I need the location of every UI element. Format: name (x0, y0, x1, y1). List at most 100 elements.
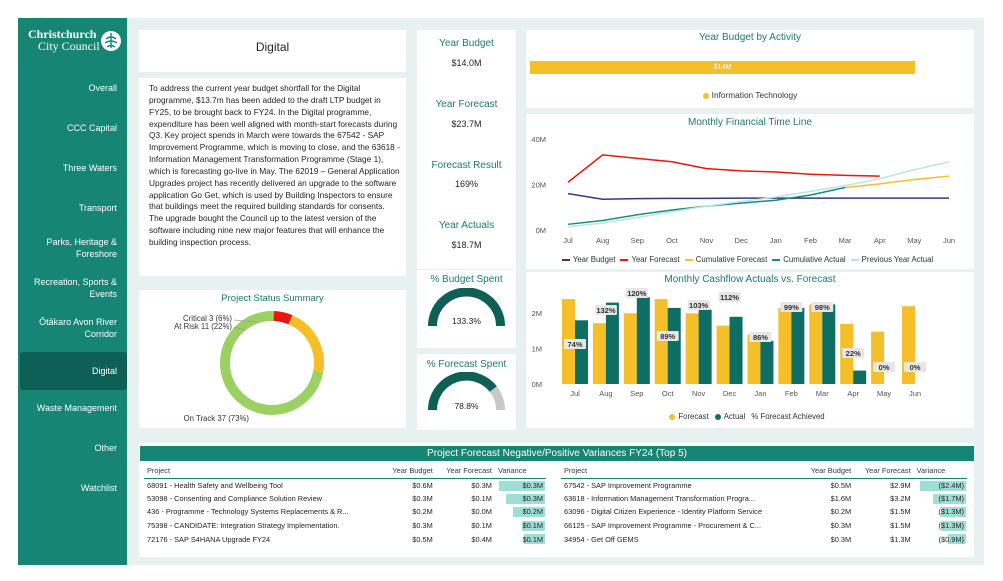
nav-item-recreation-sports-events[interactable]: Recreation, Sports & Events (18, 276, 127, 300)
cashflow-bar-forecast[interactable] (592, 323, 606, 384)
kpi-card: Year Budget $14.0M Year Forecast $23.7M … (417, 30, 516, 269)
cashflow-data-label: 74% (567, 340, 582, 349)
cashflow-xtick: Sep (630, 389, 643, 398)
cell-year-forecast: $0.4M (471, 534, 492, 544)
cashflow-bar-forecast[interactable] (809, 304, 823, 384)
timeline-legend-item[interactable]: Cumulative Actual (772, 255, 846, 264)
cashflow-legend-label: % Forecast Achieved (751, 412, 825, 421)
timeline-legend-label: Cumulative Actual (783, 255, 846, 264)
cashflow-bar-forecast[interactable] (716, 325, 730, 384)
timeline-xtick: Dec (735, 236, 749, 245)
col-year-budget[interactable]: Year Budget (378, 464, 436, 479)
timeline-ytick: 0M (536, 226, 546, 235)
timeline-series-year-budget[interactable] (567, 192, 949, 201)
table-row[interactable]: 67542 - SAP Improvement Programme $0.5M $2… (561, 478, 967, 492)
table-row[interactable]: 63618 - Information Management Transform… (561, 492, 967, 506)
timeline-series-cumulative-forecast[interactable] (845, 175, 950, 189)
cell-year-budget: $0.3M (412, 493, 433, 503)
cashflow-legend-item[interactable]: Actual (714, 412, 745, 421)
cell-variance: $0.3M (495, 492, 546, 506)
kpi-year-actuals-label: Year Actuals (438, 220, 495, 231)
page-title: Digital (255, 40, 290, 54)
table-row[interactable]: 72176 - SAP S4HANA Upgrade FY24 $0.5M $0.4… (144, 532, 546, 546)
donut-segment-at[interactable] (288, 315, 324, 373)
cashflow-xtick: Nov (692, 389, 706, 398)
cashflow-bar-forecast[interactable] (778, 307, 792, 384)
cell-year-forecast: $3.2M (890, 493, 911, 503)
col-project[interactable]: Project (561, 464, 797, 479)
timeline-legend-label: Previous Year Actual (861, 255, 934, 264)
table-row[interactable]: 53098 - Consenting and Compliance Soluti… (144, 492, 546, 506)
description-text: To address the current year budget short… (149, 83, 400, 247)
cell-year-budget: $1.6M (830, 493, 852, 503)
table-row[interactable]: 68091 - Health Safety and Wellbeing Tool… (144, 478, 546, 492)
cashflow-bar-actual[interactable] (853, 370, 867, 384)
table-row[interactable]: 66125 - SAP Improvement Programme - Proc… (561, 519, 967, 533)
cell-variance: ($1.3M) (914, 505, 967, 519)
cashflow-bar-forecast[interactable] (871, 331, 885, 384)
col-project[interactable]: Project (144, 464, 379, 479)
timeline-legend-item[interactable]: Year Forecast (620, 255, 680, 264)
cashflow-bar-actual[interactable] (760, 340, 774, 384)
on-track-label: On Track 37 (73%) (184, 414, 250, 423)
table-row[interactable]: 436 - Programme - Technology Systems Rep… (144, 505, 546, 519)
timeline-ytick: 40M (531, 135, 546, 144)
cashflow-bar-actual[interactable] (636, 297, 650, 384)
cell-year-budget: $0.5M (830, 480, 852, 490)
col-variance[interactable]: Variance (494, 464, 546, 479)
table-row[interactable]: 34954 - Get Off GEMS $0.3M $1.3M ($0.9M) (561, 532, 967, 546)
legend-dot-icon (714, 413, 721, 420)
kpi-year-forecast-label: Year Forecast (435, 99, 498, 110)
col-variance[interactable]: Variance (913, 464, 967, 479)
cell-variance: $0.2M (495, 505, 546, 519)
cell-year-budget: $0.6M (412, 480, 433, 490)
table-row[interactable]: 63096 - Digital Citizen Experience - Ide… (561, 505, 967, 519)
cashflow-bar-actual[interactable] (729, 316, 743, 384)
cashflow-bar-forecast[interactable] (623, 313, 637, 384)
timeline-legend-item[interactable]: Year Budget (561, 255, 615, 264)
cell-variance: $0.1M (495, 519, 546, 533)
cashflow-data-label: 22% (846, 349, 861, 358)
col-year-forecast[interactable]: Year Forecast (854, 464, 914, 479)
nav-item-waste-management[interactable]: Waste Management (18, 402, 127, 414)
cashflow-data-label: 89% (660, 332, 675, 341)
timeline-legend-item[interactable]: Previous Year Actual (850, 255, 934, 264)
cell-project: 75398 - CANDIDATE: Integration Strategy … (147, 521, 340, 531)
cashflow-bar-forecast[interactable] (902, 306, 915, 384)
cashflow-bar-actual[interactable] (667, 307, 681, 384)
cashflow-legend-item[interactable]: Forecast (669, 412, 709, 421)
nav-item-watchlist[interactable]: Watchlist (18, 482, 127, 494)
cashflow-ytick: 2M (532, 309, 542, 318)
cashflow-bar-forecast[interactable] (685, 313, 699, 384)
nav-item-t-karo-avon-river-corridor[interactable]: Ōtākaro Avon River Corridor (18, 316, 127, 340)
cashflow-legend-item[interactable]: % Forecast Achieved (751, 412, 824, 421)
cashflow-bar-actual[interactable] (822, 304, 836, 384)
nav-item-parks-heritage-foreshore[interactable]: Parks, Heritage & Foreshore (18, 236, 127, 260)
cashflow-data-label: 112% (720, 293, 739, 302)
cashflow-chart: 0M 1M 2M Jul Aug Sep Oct Nov Dec Jan Feb Mar Apr May J… (532, 288, 926, 398)
cashflow-bar-actual[interactable] (791, 307, 805, 384)
table-row[interactable]: 75398 - CANDIDATE: Integration Strategy … (144, 519, 546, 533)
cell-project: 53098 - Consenting and Compliance Soluti… (147, 493, 323, 503)
nav-item-overall[interactable]: Overall (18, 82, 127, 94)
activity-title: Year Budget by Activity (699, 32, 801, 43)
activity-card: Year Budget by Activity $14M Information… (526, 30, 974, 108)
timeline-legend-item[interactable]: Cumulative Forecast (684, 255, 768, 264)
nav-item-ccc-capital[interactable]: CCC Capital (18, 122, 127, 134)
nav-item-transport[interactable]: Transport (18, 202, 127, 214)
cashflow-bar-actual[interactable] (575, 320, 588, 384)
col-year-forecast[interactable]: Year Forecast (435, 464, 495, 479)
cashflow-bar-actual[interactable] (698, 309, 712, 384)
timeline-legend-label: Cumulative Forecast (695, 255, 768, 264)
timeline-series-year-forecast[interactable] (567, 154, 880, 183)
legend-line-icon (684, 258, 693, 261)
nav-item-digital[interactable]: Digital (20, 352, 127, 390)
col-year-budget[interactable]: Year Budget (796, 464, 855, 479)
cashflow-bar-forecast[interactable] (654, 299, 668, 384)
donut-segment-critical[interactable] (273, 311, 293, 325)
cashflow-data-label: 0% (910, 363, 921, 372)
cashflow-title: Monthly Cashflow Actuals vs. Forecast (664, 274, 836, 285)
legend-dot-icon (669, 413, 676, 420)
nav-item-three-waters[interactable]: Three Waters (18, 162, 127, 174)
nav-item-other[interactable]: Other (18, 442, 127, 454)
